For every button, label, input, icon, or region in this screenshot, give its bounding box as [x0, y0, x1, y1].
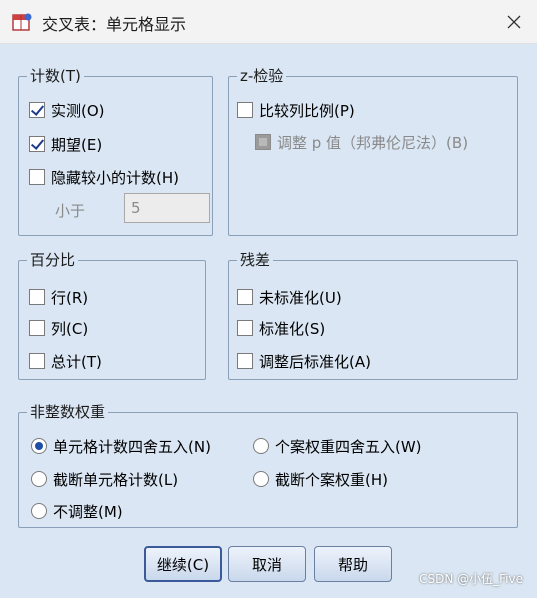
no-adjustment-radio[interactable]: 不调整(M)	[31, 500, 123, 522]
unstandardized-checkbox[interactable]: 未标准化(U)	[237, 286, 342, 308]
adjusted-standardized-checkbox[interactable]: 调整后标准化(A)	[237, 350, 371, 372]
compare-proportions-checkbox[interactable]: 比较列比例(P)	[237, 99, 355, 121]
percentages-group-title: 百分比	[27, 250, 79, 270]
less-than-label: 小于	[55, 201, 86, 220]
hide-small-counts-label: 隐藏较小的计数(H)	[51, 168, 179, 187]
adjust-p-checkbox: 调整 p 值（邦弗伦尼法）(B)	[255, 131, 468, 153]
truncate-case-weights-label: 截断个案权重(H)	[275, 470, 388, 489]
checkbox-box[interactable]	[29, 169, 45, 185]
residuals-group-title: 残差	[237, 250, 274, 270]
radio-circle[interactable]	[31, 438, 47, 454]
checkbox-box[interactable]	[237, 102, 253, 118]
residuals-group: 残差 未标准化(U) 标准化(S) 调整后标准化(A)	[228, 250, 518, 380]
total-label: 总计(T)	[51, 352, 102, 371]
checkbox-box[interactable]	[29, 136, 45, 152]
close-button[interactable]	[491, 0, 537, 44]
counts-group: 计数(T) 实测(O) 期望(E) 隐藏较小的计数(H) 小于 5	[18, 66, 213, 236]
row-checkbox[interactable]: 行(R)	[29, 286, 88, 308]
adjust-p-label: 调整 p 值（邦弗伦尼法）(B)	[277, 133, 469, 152]
checkbox-box[interactable]	[237, 320, 253, 336]
radio-circle[interactable]	[253, 471, 269, 487]
column-checkbox[interactable]: 列(C)	[29, 317, 88, 339]
window-title: 交叉表：单元格显示	[42, 15, 187, 34]
standardized-label: 标准化(S)	[259, 319, 326, 338]
percentages-group: 百分比 行(R) 列(C) 总计(T)	[18, 250, 206, 380]
less-than-input[interactable]: 5	[124, 193, 210, 223]
column-label: 列(C)	[51, 319, 89, 338]
counts-group-title: 计数(T)	[27, 66, 84, 86]
ztest-group: z-检验 比较列比例(P) 调整 p 值（邦弗伦尼法）(B)	[228, 66, 518, 236]
radio-circle[interactable]	[31, 471, 47, 487]
watermark: CSDN @小伍_Five	[419, 572, 523, 586]
truncate-case-weights-radio[interactable]: 截断个案权重(H)	[253, 468, 388, 490]
row-label: 行(R)	[51, 288, 89, 307]
checkbox-box[interactable]	[237, 289, 253, 305]
ztest-group-title: z-检验	[237, 66, 287, 86]
checkbox-box[interactable]	[237, 353, 253, 369]
round-cell-counts-label: 单元格计数四舍五入(N)	[53, 437, 211, 456]
expected-label: 期望(E)	[51, 135, 103, 154]
checkbox-box[interactable]	[29, 289, 45, 305]
truncate-cell-counts-radio[interactable]: 截断单元格计数(L)	[31, 468, 178, 490]
checkbox-box[interactable]	[29, 353, 45, 369]
truncate-cell-counts-label: 截断单元格计数(L)	[53, 470, 179, 489]
checkbox-box	[255, 134, 271, 150]
adjusted-standardized-label: 调整后标准化(A)	[259, 352, 371, 371]
unstandardized-label: 未标准化(U)	[259, 288, 342, 307]
round-cell-counts-radio[interactable]: 单元格计数四舍五入(N)	[31, 435, 211, 457]
round-case-weights-label: 个案权重四舍五入(W)	[275, 437, 422, 456]
noninteger-weights-group: 非整数权重 单元格计数四舍五入(N) 个案权重四舍五入(W) 截断单元格计数(L…	[18, 402, 518, 528]
hide-small-counts-checkbox[interactable]: 隐藏较小的计数(H)	[29, 166, 179, 188]
title-bar: 交叉表：单元格显示	[0, 0, 537, 44]
standardized-checkbox[interactable]: 标准化(S)	[237, 317, 325, 339]
help-button[interactable]: 帮助	[314, 546, 392, 582]
radio-circle[interactable]	[253, 438, 269, 454]
dialog-body: 计数(T) 实测(O) 期望(E) 隐藏较小的计数(H) 小于 5 z-检验 比…	[0, 44, 537, 598]
app-icon	[12, 13, 32, 31]
checkbox-box[interactable]	[29, 320, 45, 336]
expected-checkbox[interactable]: 期望(E)	[29, 133, 102, 155]
cancel-button[interactable]: 取消	[228, 546, 306, 582]
observed-label: 实测(O)	[51, 101, 105, 120]
close-icon	[507, 15, 521, 29]
compare-proportions-label: 比较列比例(P)	[259, 101, 355, 120]
total-checkbox[interactable]: 总计(T)	[29, 350, 102, 372]
round-case-weights-radio[interactable]: 个案权重四舍五入(W)	[253, 435, 422, 457]
no-adjustment-label: 不调整(M)	[53, 502, 123, 521]
noninteger-weights-group-title: 非整数权重	[27, 402, 109, 422]
observed-checkbox[interactable]: 实测(O)	[29, 99, 105, 121]
continue-button[interactable]: 继续(C)	[144, 546, 222, 582]
radio-circle[interactable]	[31, 503, 47, 519]
checkbox-box[interactable]	[29, 102, 45, 118]
